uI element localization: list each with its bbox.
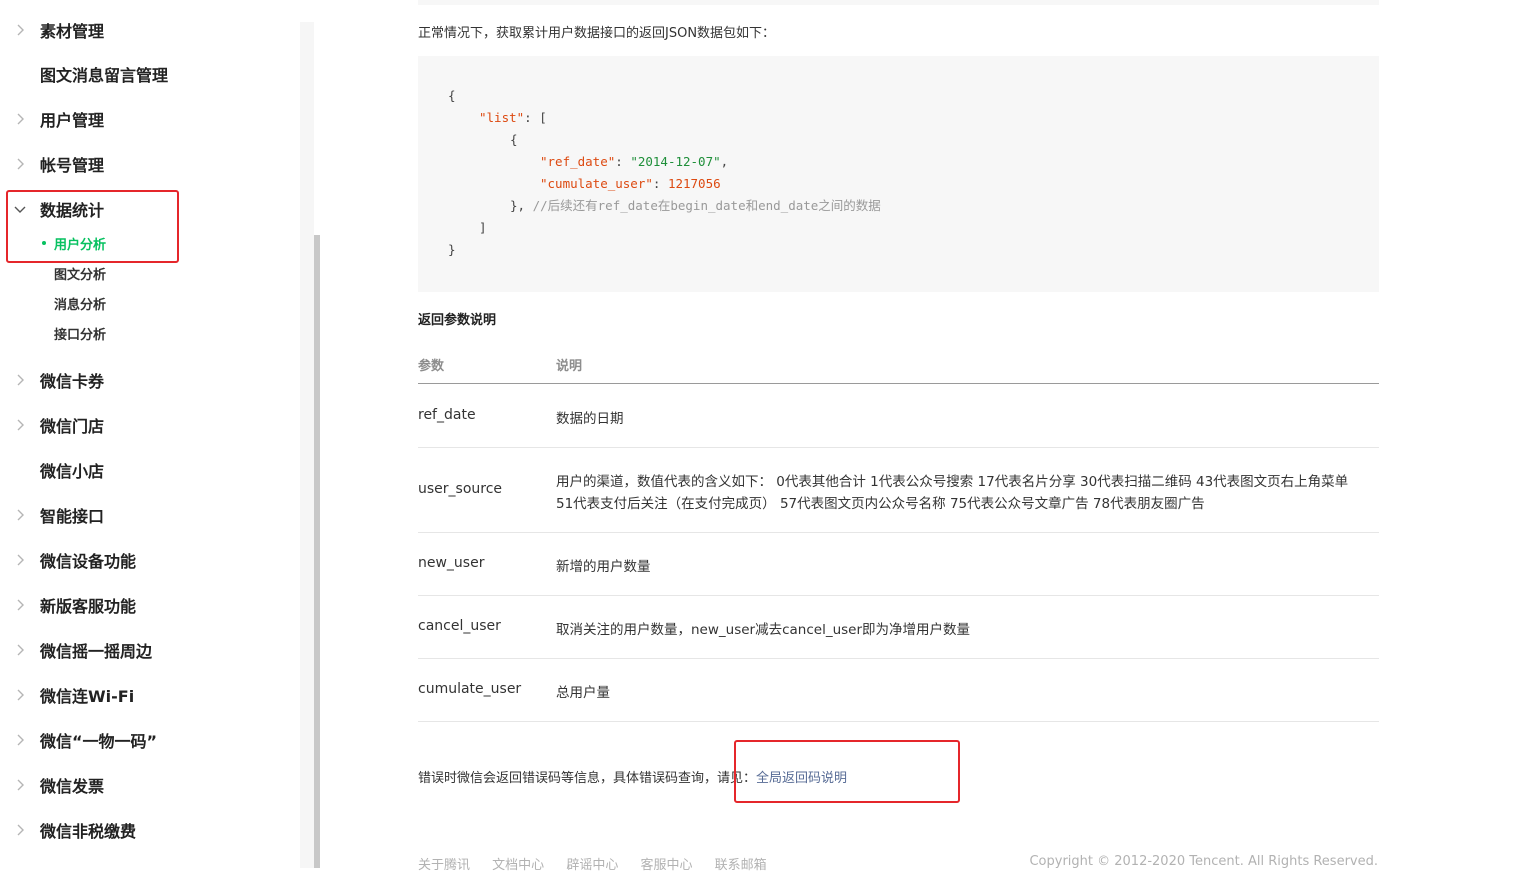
chevron-right-icon xyxy=(14,419,26,431)
code-line: "list": [ xyxy=(479,108,547,128)
sidebar-item-label: 微信“一物一码” xyxy=(40,732,158,751)
table-cell-desc: 新增的用户数量 xyxy=(556,559,651,575)
chevron-right-icon xyxy=(14,24,26,36)
table-row-divider xyxy=(418,721,1379,722)
code-punct: }, xyxy=(510,198,526,213)
code-comment: //后续还有ref_date在begin_date和end_date之间的数据 xyxy=(532,198,881,213)
footer-link-support[interactable]: 客服中心 xyxy=(640,858,692,873)
sidebar-subitem-article-analysis[interactable]: 图文分析 xyxy=(54,264,106,283)
chevron-right-icon xyxy=(14,689,26,701)
chevron-right-icon xyxy=(14,554,26,566)
footer-link-rumor[interactable]: 辟谣中心 xyxy=(566,858,618,873)
sidebar-item-label: 微信卡券 xyxy=(40,372,105,391)
sidebar-item-label: 图文消息留言管理 xyxy=(40,66,169,85)
footer-links: 关于腾讯 文档中心 辟谣中心 客服中心 联系邮箱 xyxy=(418,854,785,873)
table-cell-param: user_source xyxy=(418,481,503,497)
chevron-right-icon xyxy=(14,158,26,170)
chevron-right-icon xyxy=(14,824,26,836)
sidebar-item-label: 微信非税缴费 xyxy=(40,822,137,841)
sidebar-item-label: 微信小店 xyxy=(40,462,105,481)
table-cell-param: cumulate_user xyxy=(418,681,522,697)
chevron-right-icon xyxy=(14,374,26,386)
footer-copyright: Copyright © 2012-2020 Tencent. All Right… xyxy=(1029,854,1378,869)
table-header-param: 参数 xyxy=(418,359,445,374)
code-line: { xyxy=(448,88,456,103)
chevron-right-icon xyxy=(14,509,26,521)
sidebar-item-label: 微信连Wi-Fi xyxy=(40,687,135,706)
sidebar-scrollbar[interactable] xyxy=(314,235,320,868)
sidebar-nav: 素材管理 图文消息留言管理 用户管理 帐号管理 数据统计 用户分析 图文分析 消… xyxy=(0,0,314,868)
code-key: "cumulate_user" xyxy=(540,176,653,191)
table-cell-desc: 数据的日期 xyxy=(556,411,624,427)
sidebar-item-label: 微信摇一摇周边 xyxy=(40,642,153,661)
highlight-box-error-link xyxy=(734,740,960,803)
sidebar-item-label: 用户管理 xyxy=(40,111,105,130)
table-cell-param: new_user xyxy=(418,555,485,571)
sidebar-item-label: 微信设备功能 xyxy=(40,552,137,571)
footer-link-email[interactable]: 联系邮箱 xyxy=(715,858,767,873)
table-row-divider xyxy=(418,532,1379,533)
json-code-block: { "list": [ { "ref_date": "2014-12-07", … xyxy=(418,56,1379,292)
code-punct: : [ xyxy=(524,110,547,125)
sidebar-scroll-track xyxy=(300,22,314,868)
sidebar-subitem-message-analysis[interactable]: 消息分析 xyxy=(54,294,106,313)
code-line: { xyxy=(510,132,518,147)
table-cell-param: ref_date xyxy=(418,407,476,423)
code-line: "cumulate_user": 1217056 xyxy=(540,176,721,191)
footer-link-about[interactable]: 关于腾讯 xyxy=(418,858,470,873)
chevron-right-icon xyxy=(14,644,26,656)
code-key: "list" xyxy=(479,110,525,125)
table-cell-desc: 总用户量 xyxy=(556,685,610,701)
error-info-text: 错误时微信会返回错误码等信息，具体错误码查询，请见： xyxy=(418,771,757,786)
table-cell-desc: 用户的渠道，数值代表的含义如下： 0代表其他合计 1代表公众号搜索 17代表名片… xyxy=(556,474,1349,490)
footer-link-docs[interactable]: 文档中心 xyxy=(492,858,544,873)
table-cell-desc: 51代表支付后关注（在支付完成页） 57代表图文页内公众号名称 75代表公众号文… xyxy=(556,496,1205,512)
chevron-right-icon xyxy=(14,599,26,611)
chevron-right-icon xyxy=(14,113,26,125)
sidebar-item-label: 新版客服功能 xyxy=(40,597,137,616)
chevron-right-icon xyxy=(14,734,26,746)
sidebar-item-label: 微信门店 xyxy=(40,417,105,436)
table-row-divider xyxy=(418,447,1379,448)
code-line: }, //后续还有ref_date在begin_date和end_date之间的… xyxy=(510,196,881,216)
code-key: "ref_date" xyxy=(540,154,616,169)
chevron-right-icon xyxy=(14,779,26,791)
intro-text: 正常情况下，获取累计用户数据接口的返回JSON数据包如下： xyxy=(418,26,776,41)
sidebar-item-label: 智能接口 xyxy=(40,507,105,526)
table-cell-desc: 取消关注的用户数量，new_user减去cancel_user即为净增用户数量 xyxy=(556,622,971,638)
code-line: } xyxy=(448,242,456,257)
table-header-desc: 说明 xyxy=(556,359,583,374)
highlight-box-data-stats xyxy=(6,190,179,263)
table-row-divider xyxy=(418,595,1379,596)
sidebar-subitem-api-analysis[interactable]: 接口分析 xyxy=(54,324,106,343)
code-value: "2014-12-07" xyxy=(630,154,721,169)
section-title: 返回参数说明 xyxy=(418,313,497,328)
sidebar-item-label: 素材管理 xyxy=(40,22,105,41)
code-line: ] xyxy=(479,220,487,235)
code-line: "ref_date": "2014-12-07", xyxy=(540,154,729,169)
table-cell-param: cancel_user xyxy=(418,618,501,634)
table-header-divider xyxy=(418,383,1379,384)
table-row-divider xyxy=(418,658,1379,659)
sidebar-item-label: 微信发票 xyxy=(40,777,105,796)
code-value: 1217056 xyxy=(667,176,721,191)
top-divider xyxy=(418,0,1379,5)
sidebar-item-label: 帐号管理 xyxy=(40,156,105,175)
